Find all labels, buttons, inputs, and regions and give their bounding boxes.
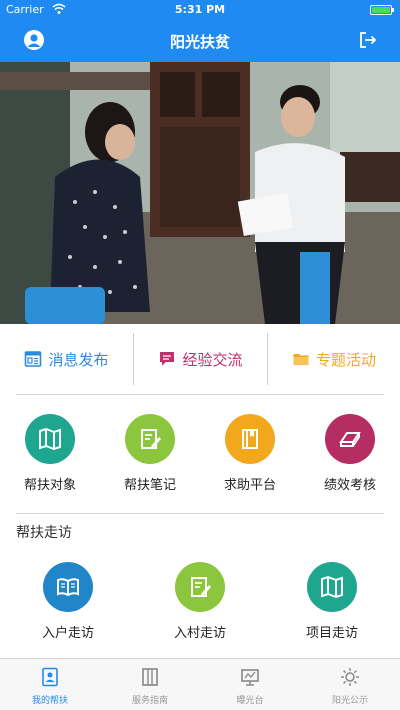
grid-item-label: 帮扶对象 bbox=[23, 478, 76, 493]
tab-label: 我的帮扶 bbox=[31, 696, 68, 706]
logout-icon[interactable] bbox=[358, 30, 378, 50]
book-icon[interactable] bbox=[225, 414, 275, 464]
section-title: 帮扶走访 bbox=[16, 525, 72, 541]
tab-my-help[interactable]: 我的帮扶 bbox=[0, 659, 100, 710]
grid-item-label: 求助平台 bbox=[223, 478, 276, 493]
quick-action-activity[interactable]: 专题活动 bbox=[268, 333, 400, 385]
folder-icon bbox=[293, 354, 309, 365]
quick-action-exchange[interactable]: 经验交流 bbox=[134, 333, 267, 385]
clock: 5:31 PM bbox=[174, 3, 226, 16]
map-icon[interactable] bbox=[25, 414, 75, 464]
tab-label: 阳光公示 bbox=[331, 696, 368, 706]
sun-icon bbox=[341, 668, 359, 686]
quick-action-label: 专题活动 bbox=[315, 350, 376, 369]
open-book-icon[interactable] bbox=[43, 562, 93, 612]
map-icon[interactable] bbox=[307, 562, 357, 612]
message-icon bbox=[25, 351, 42, 367]
banner-photo[interactable] bbox=[0, 62, 400, 324]
quick-action-message[interactable]: 消息发布 bbox=[0, 333, 133, 385]
visit-item-label: 入户走访 bbox=[41, 626, 94, 641]
nav-bar: 阳光扶贫 bbox=[0, 20, 400, 62]
visit-item-label: 项目走访 bbox=[305, 626, 358, 641]
tab-label: 服务指南 bbox=[131, 696, 168, 706]
grid-item-label: 绩效考核 bbox=[323, 478, 376, 493]
screen-icon bbox=[241, 669, 259, 686]
quick-actions: 消息发布 经验交流 专题活动 bbox=[0, 333, 400, 385]
quick-action-label: 消息发布 bbox=[48, 350, 109, 369]
tab-public-notice[interactable]: 阳光公示 bbox=[300, 659, 400, 710]
divider bbox=[16, 394, 384, 395]
grid-item-label: 帮扶笔记 bbox=[123, 478, 176, 493]
chat-icon bbox=[160, 352, 175, 366]
battery-icon bbox=[370, 5, 394, 15]
quick-action-label: 经验交流 bbox=[182, 350, 243, 369]
divider bbox=[16, 513, 384, 514]
exam-book-icon[interactable] bbox=[325, 414, 375, 464]
tab-exposure[interactable]: 曝光台 bbox=[200, 659, 300, 710]
status-bar: Carrier 5:31 PM bbox=[0, 0, 400, 20]
tab-label: 曝光台 bbox=[236, 696, 264, 706]
page-title: 阳光扶贫 bbox=[169, 33, 230, 51]
note-icon[interactable] bbox=[125, 414, 175, 464]
profile-card-icon bbox=[42, 667, 58, 687]
guide-book-icon bbox=[142, 668, 158, 686]
tab-bar: 我的帮扶 服务指南 曝光台 阳光公示 bbox=[0, 658, 400, 710]
edit-icon[interactable] bbox=[175, 562, 225, 612]
tab-service-guide[interactable]: 服务指南 bbox=[100, 659, 200, 710]
visit-item-label: 入村走访 bbox=[173, 626, 226, 641]
